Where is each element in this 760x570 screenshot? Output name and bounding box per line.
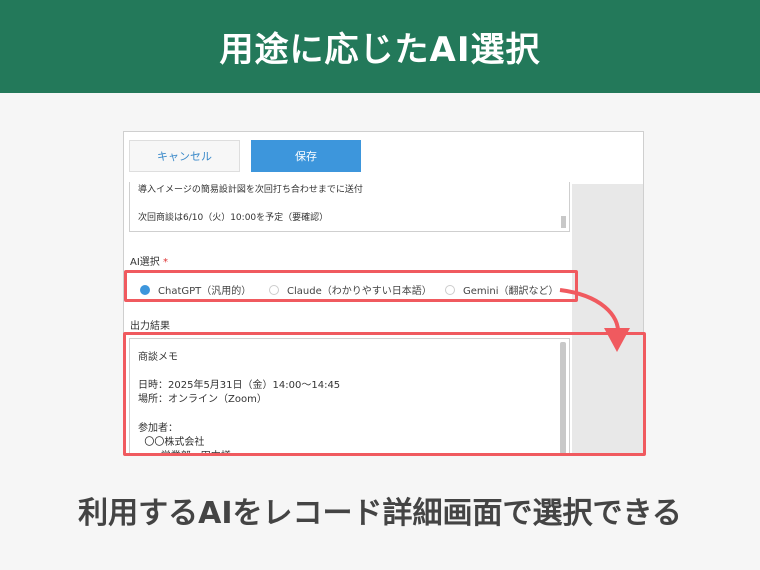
notes-textarea[interactable]: 導入イメージの簡易設計図を次回打ち合わせまでに送付 次回商談は6/10（火）10… — [129, 182, 570, 232]
required-mark: * — [162, 257, 168, 268]
output-label: 出力結果 — [130, 321, 170, 332]
toolbar-spacer — [572, 132, 643, 184]
notes-scrollbar[interactable] — [561, 216, 566, 228]
notes-line: 導入イメージの簡易設計図を次回打ち合わせまでに送付 — [138, 185, 363, 195]
caption-text: 利用するAIをレコード詳細画面で選択できる — [78, 496, 682, 531]
banner-title: 用途に応じたAI選択 — [219, 30, 541, 70]
output-highlight — [123, 332, 646, 456]
cancel-button[interactable]: キャンセル — [129, 140, 240, 172]
save-button[interactable]: 保存 — [251, 140, 361, 172]
ai-select-label: AI選択 * — [130, 253, 168, 268]
ai-select-highlight — [124, 270, 578, 302]
notes-line: 次回商談は6/10（火）10:00を予定（要確認） — [138, 213, 329, 223]
header-banner: 用途に応じたAI選択 — [0, 0, 760, 93]
ai-select-label-text: AI選択 — [130, 257, 160, 268]
